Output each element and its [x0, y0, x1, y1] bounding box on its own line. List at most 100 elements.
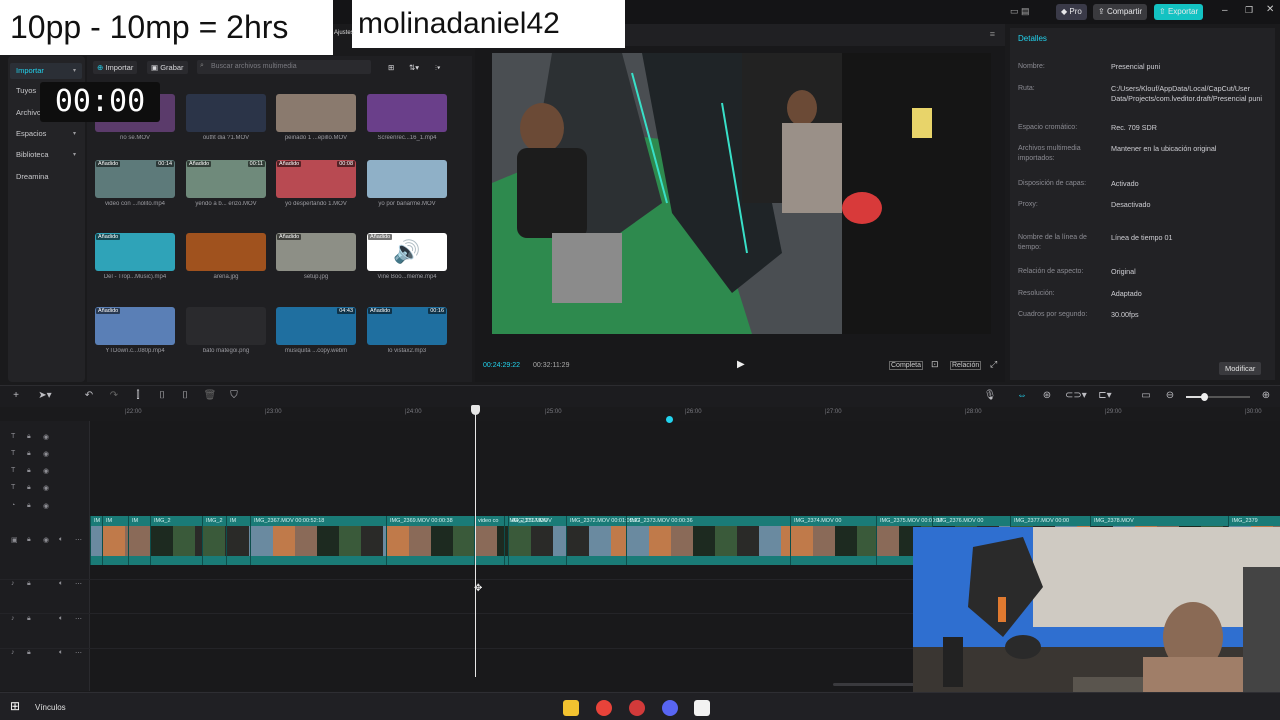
fullscreen-icon[interactable]: ⤢ — [990, 359, 997, 370]
magnet-icon[interactable]: ⇔ — [1015, 390, 1029, 401]
video-clip[interactable]: IMG_2372.MOV 00:01:09:27 — [566, 516, 640, 565]
speaker-icon[interactable]: 🔈︎ — [59, 615, 63, 623]
video-clip[interactable]: IM — [128, 516, 151, 565]
modify-button[interactable]: Modificar — [1219, 362, 1262, 375]
zoom-out-icon[interactable]: ⊖ — [1163, 390, 1177, 401]
discord-icon[interactable] — [662, 700, 678, 716]
eye-icon[interactable]: ◉ — [43, 536, 49, 544]
media-thumbnail[interactable]: Añadido 00:11 — [186, 160, 266, 198]
crop-icon[interactable]: ⊡ — [931, 359, 939, 370]
eye-icon[interactable]: ◉ — [43, 467, 49, 475]
pro-button[interactable]: ◆ Pro — [1056, 4, 1087, 20]
add-track-icon[interactable]: + — [9, 390, 23, 401]
playhead-handle[interactable] — [471, 405, 480, 415]
grid-view-icon[interactable]: ⊞ — [384, 61, 398, 74]
more-icon[interactable]: ⋯ — [75, 536, 82, 544]
lock-icon[interactable]: 🔒︎ — [27, 649, 31, 657]
export-button[interactable]: ⇧ Exportar — [1154, 4, 1204, 20]
media-thumbnail[interactable]: 04:43 — [276, 307, 356, 345]
speaker-icon[interactable]: 🔈︎ — [59, 536, 63, 544]
media-search-input[interactable]: Buscar archivos multimedia — [197, 60, 371, 74]
filter-icon[interactable]: ⫶▾ — [431, 61, 445, 74]
media-thumbnail[interactable]: Añadido 🔊 — [367, 233, 447, 271]
microphone-icon[interactable]: 🎙 — [983, 390, 997, 401]
video-clip[interactable]: video co — [474, 516, 519, 565]
media-thumbnail[interactable]: Añadido 00:08 — [276, 160, 356, 198]
full-quality-button[interactable]: Completa — [889, 361, 923, 370]
eye-icon[interactable]: ◉ — [43, 433, 49, 441]
media-thumbnail[interactable]: Añadido 00:14 — [95, 160, 175, 198]
speaker-icon[interactable]: 🔈︎ — [59, 580, 63, 588]
more-icon[interactable]: ⋯ — [75, 580, 82, 588]
close-icon[interactable]: ✕ — [1266, 4, 1274, 15]
file-explorer-icon[interactable] — [563, 700, 579, 716]
media-thumbnail[interactable] — [276, 94, 356, 132]
undo-icon[interactable]: ↶ — [82, 390, 96, 401]
restore-icon[interactable]: ❐ — [1245, 5, 1253, 16]
minimize-icon[interactable]: – — [1222, 5, 1228, 16]
video-clip[interactable]: IMG_2369.MOV 00:00:38 — [386, 516, 475, 565]
record-button[interactable]: ▣ Grabar — [147, 61, 188, 74]
lock-icon[interactable]: 🔒︎ — [27, 536, 31, 544]
lock-icon[interactable]: 🔒︎ — [27, 502, 31, 510]
split-left-icon[interactable]: ⌷ — [155, 390, 169, 401]
media-thumbnail[interactable] — [186, 233, 266, 271]
sort-icon[interactable]: ⇅▾ — [405, 61, 423, 74]
select-tool-icon[interactable]: ➤▾ — [38, 390, 52, 401]
lock-icon[interactable]: 🔒︎ — [27, 467, 31, 475]
media-thumbnail[interactable] — [367, 94, 447, 132]
playhead[interactable] — [475, 407, 476, 677]
delete-icon[interactable]: 🗑 — [203, 390, 217, 401]
video-clip[interactable]: IMG_2 — [202, 516, 247, 565]
media-thumbnail[interactable] — [186, 307, 266, 345]
media-thumbnail[interactable]: Añadido — [276, 233, 356, 271]
lock-icon[interactable]: 🔒︎ — [27, 450, 31, 458]
video-clip[interactable]: IMG_2 — [150, 516, 217, 565]
menu-icon[interactable]: ≡ — [990, 29, 995, 39]
video-clip[interactable]: IMG_2374.MOV 00 — [790, 516, 879, 565]
shield-icon[interactable]: ⛉ — [227, 390, 241, 401]
lock-icon[interactable]: 🔒︎ — [27, 615, 31, 623]
ajustes-label[interactable]: Ajustes — [334, 30, 354, 36]
caption-icon[interactable]: ▭ — [1139, 390, 1153, 401]
chrome-icon[interactable] — [596, 700, 612, 716]
import-button[interactable]: ⊕ Importar — [93, 61, 138, 74]
zoom-in-icon[interactable]: ⊕ — [1259, 390, 1273, 401]
lock-icon[interactable]: 🔒︎ — [27, 484, 31, 492]
ratio-button[interactable]: Relación — [950, 361, 982, 370]
windows-start-icon[interactable]: ⊞ — [10, 699, 20, 713]
marker-icon[interactable] — [666, 416, 673, 423]
sidebar-item-espacios[interactable]: Espacios ▾ — [10, 126, 82, 142]
video-clip[interactable]: IMG_2373.MOV 00:00:36 — [626, 516, 803, 565]
lock-icon[interactable]: 🔒︎ — [27, 433, 31, 441]
capcut-icon[interactable] — [694, 700, 710, 716]
preview-axis-icon[interactable]: ⊏▾ — [1098, 390, 1112, 401]
media-thumbnail[interactable] — [186, 94, 266, 132]
video-clip[interactable]: IM — [226, 516, 271, 565]
more-icon[interactable]: ⋯ — [75, 615, 82, 623]
media-thumbnail[interactable]: Añadido — [95, 233, 175, 271]
zoom-slider-handle[interactable] — [1201, 393, 1208, 401]
media-thumbnail[interactable] — [367, 160, 447, 198]
split-right-icon[interactable]: ⌷ — [178, 390, 192, 401]
taskbar-label[interactable]: Vínculos — [35, 703, 66, 712]
video-clip[interactable]: IM — [90, 516, 113, 565]
obs-icon[interactable] — [629, 700, 645, 716]
redo-icon[interactable]: ↷ — [107, 390, 121, 401]
video-clip[interactable]: IMG_2367.MOV — [508, 516, 575, 565]
play-icon[interactable]: ▶ — [737, 359, 745, 370]
video-clip[interactable]: IMG_2367.MOV 00:00:52:18 — [250, 516, 405, 565]
split-icon[interactable]: ⫿ — [131, 390, 145, 401]
eye-icon[interactable]: ◉ — [43, 450, 49, 458]
media-thumbnail[interactable]: Añadido — [95, 307, 175, 345]
sidebar-item-dreamina[interactable]: Dreamina — [10, 169, 82, 185]
eye-icon[interactable]: ◉ — [43, 484, 49, 492]
media-thumbnail[interactable]: Añadido 00:16 — [367, 307, 447, 345]
link-icon[interactable]: ⊛ — [1040, 390, 1054, 401]
timeline-ruler[interactable]: |22:00 |23:00 |24:00 |25:00 |26:00 |27:00 |28:… — [90, 407, 1280, 421]
speaker-icon[interactable]: 🔈︎ — [59, 649, 63, 657]
eye-icon[interactable]: ◉ — [43, 502, 49, 510]
sidebar-item-biblioteca[interactable]: Biblioteca ▾ — [10, 147, 82, 163]
layout-icon[interactable]: ▭ ▤ — [1010, 6, 1030, 17]
more-icon[interactable]: ⋯ — [75, 649, 82, 657]
